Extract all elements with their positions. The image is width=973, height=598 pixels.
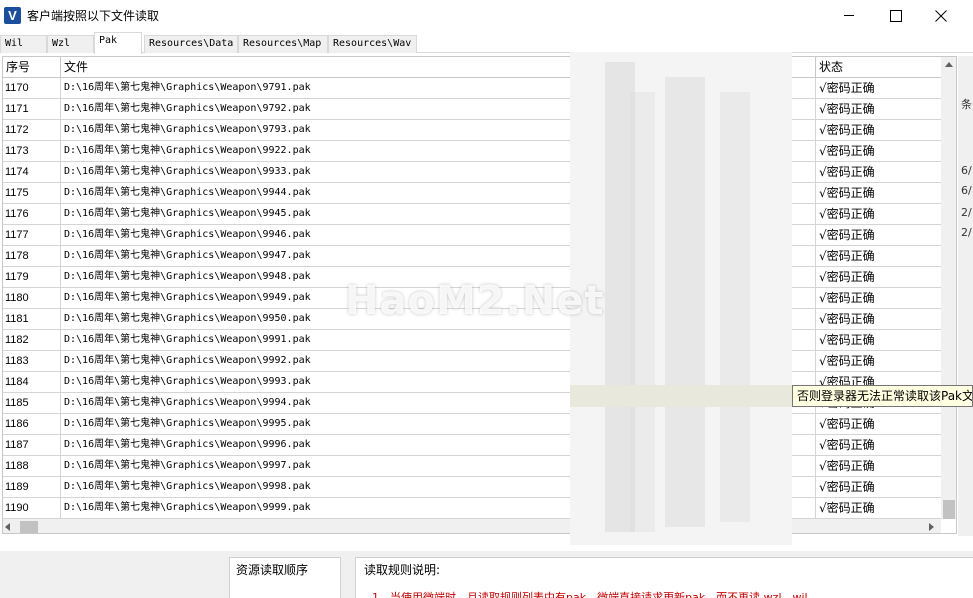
tab-resources-map[interactable]: Resources\Map bbox=[238, 35, 328, 53]
vertical-scroll-thumb[interactable] bbox=[943, 500, 955, 519]
index-cell: 1172 bbox=[3, 120, 61, 141]
status-cell: √密码正确 bbox=[819, 249, 875, 263]
table-row[interactable]: 1172 D:\16周年\第七鬼神\Graphics\Weapon\9793.pa… bbox=[3, 120, 943, 141]
edge-text: 6/ bbox=[961, 164, 972, 177]
table-row[interactable]: 1190 D:\16周年\第七鬼神\Graphics\Weapon\9999.pa… bbox=[3, 498, 943, 519]
status-cell: √密码正确 bbox=[819, 417, 875, 431]
column-header-status[interactable]: 状态 bbox=[816, 57, 943, 78]
index-cell: 1179 bbox=[3, 267, 61, 288]
index-cell: 1181 bbox=[3, 309, 61, 330]
index-cell: 1178 bbox=[3, 246, 61, 267]
index-cell: 1185 bbox=[3, 393, 61, 414]
rules-text: 1、当使用微端时，且读取规则列表中有pak，微端直接请求更新pak，而不再读 w… bbox=[372, 591, 808, 598]
column-header-index[interactable]: 序号 bbox=[3, 57, 61, 78]
index-cell: 1170 bbox=[3, 78, 61, 99]
table-row[interactable]: 1189 D:\16周年\第七鬼神\Graphics\Weapon\9998.pa… bbox=[3, 477, 943, 498]
horizontal-scrollbar[interactable] bbox=[3, 519, 941, 533]
status-cell: √密码正确 bbox=[819, 123, 875, 137]
tooltip: 否则登录器无法正常读取该Pak文 bbox=[792, 385, 973, 407]
index-cell: 1186 bbox=[3, 414, 61, 435]
tab-pak[interactable]: Pak bbox=[94, 32, 142, 54]
tab-wil[interactable]: Wil bbox=[0, 35, 47, 53]
status-cell: √密码正确 bbox=[819, 354, 875, 368]
table-row[interactable]: 1173 D:\16周年\第七鬼神\Graphics\Weapon\9922.pa… bbox=[3, 141, 943, 162]
status-cell: √密码正确 bbox=[819, 480, 875, 494]
edge-text: 6/ bbox=[961, 184, 972, 197]
index-cell: 1190 bbox=[3, 498, 61, 519]
app-logo-icon: V bbox=[4, 7, 21, 24]
close-icon bbox=[935, 10, 947, 22]
status-cell: √密码正确 bbox=[819, 186, 875, 200]
bottom-panel: 资源读取顺序 读取规则说明: 1、当使用微端时，且读取规则列表中有pak，微端直… bbox=[0, 551, 973, 598]
maximize-button[interactable] bbox=[872, 0, 918, 31]
table-row[interactable]: 1183 D:\16周年\第七鬼神\Graphics\Weapon\9992.pa… bbox=[3, 351, 943, 372]
table-row[interactable]: 1188 D:\16周年\第七鬼神\Graphics\Weapon\9997.pa… bbox=[3, 456, 943, 477]
minimize-button[interactable] bbox=[826, 0, 872, 31]
rules-label: 读取规则说明: bbox=[364, 563, 441, 577]
title-bar: V 客户端按照以下文件读取 bbox=[0, 0, 973, 31]
file-type-tabs: Wil Wzl Pak Resources\Data Resources\Map… bbox=[0, 31, 973, 54]
table-row[interactable]: 1171 D:\16周年\第七鬼神\Graphics\Weapon\9792.pa… bbox=[3, 99, 943, 120]
status-cell: √密码正确 bbox=[819, 165, 875, 179]
table-row[interactable]: 1182 D:\16周年\第七鬼神\Graphics\Weapon\9991.pa… bbox=[3, 330, 943, 351]
watermark-text: HaoM2.Net bbox=[345, 278, 605, 324]
table-row[interactable]: 1176 D:\16周年\第七鬼神\Graphics\Weapon\9945.pa… bbox=[3, 204, 943, 225]
tab-resources-data[interactable]: Resources\Data bbox=[144, 35, 238, 53]
status-cell: √密码正确 bbox=[819, 501, 875, 515]
index-cell: 1183 bbox=[3, 351, 61, 372]
scroll-left-icon[interactable] bbox=[5, 523, 10, 531]
horizontal-scroll-thumb[interactable] bbox=[20, 521, 38, 533]
status-cell: √密码正确 bbox=[819, 312, 875, 326]
index-cell: 1171 bbox=[3, 99, 61, 120]
window-title: 客户端按照以下文件读取 bbox=[27, 9, 160, 23]
index-cell: 1189 bbox=[3, 477, 61, 498]
status-cell: √密码正确 bbox=[819, 438, 875, 452]
status-cell: √密码正确 bbox=[819, 207, 875, 221]
index-cell: 1187 bbox=[3, 435, 61, 456]
status-cell: √密码正确 bbox=[819, 144, 875, 158]
status-cell: √密码正确 bbox=[819, 270, 875, 284]
index-cell: 1174 bbox=[3, 162, 61, 183]
index-cell: 1180 bbox=[3, 288, 61, 309]
scroll-up-icon[interactable] bbox=[941, 57, 956, 73]
pixelated-redaction-strip bbox=[570, 385, 792, 407]
edge-text: 2/ bbox=[961, 226, 972, 239]
tab-wzl[interactable]: Wzl bbox=[47, 35, 94, 53]
table-row[interactable]: 1174 D:\16周年\第七鬼神\Graphics\Weapon\9933.pa… bbox=[3, 162, 943, 183]
index-cell: 1184 bbox=[3, 372, 61, 393]
grid-header: 序号 文件 状态 bbox=[3, 57, 943, 78]
table-row[interactable]: 1177 D:\16周年\第七鬼神\Graphics\Weapon\9946.pa… bbox=[3, 225, 943, 246]
status-cell: √密码正确 bbox=[819, 333, 875, 347]
status-cell: √密码正确 bbox=[819, 291, 875, 305]
rules-box: 读取规则说明: 1、当使用微端时，且读取规则列表中有pak，微端直接请求更新pa… bbox=[355, 557, 973, 598]
index-cell: 1188 bbox=[3, 456, 61, 477]
scroll-right-icon[interactable] bbox=[929, 523, 934, 531]
index-cell: 1173 bbox=[3, 141, 61, 162]
status-cell: √密码正确 bbox=[819, 459, 875, 473]
index-cell: 1177 bbox=[3, 225, 61, 246]
edge-text: 2/ bbox=[961, 206, 972, 219]
index-cell: 1182 bbox=[3, 330, 61, 351]
table-row[interactable]: 1178 D:\16周年\第七鬼神\Graphics\Weapon\9947.pa… bbox=[3, 246, 943, 267]
close-button[interactable] bbox=[918, 0, 964, 31]
status-cell: √密码正确 bbox=[819, 81, 875, 95]
vertical-scrollbar[interactable] bbox=[941, 57, 956, 519]
status-cell: √密码正确 bbox=[819, 228, 875, 242]
index-cell: 1175 bbox=[3, 183, 61, 204]
table-row[interactable]: 1170 D:\16周年\第七鬼神\Graphics\Weapon\9791.pa… bbox=[3, 78, 943, 99]
table-row[interactable]: 1175 D:\16周年\第七鬼神\Graphics\Weapon\9944.pa… bbox=[3, 183, 943, 204]
status-cell: √密码正确 bbox=[819, 102, 875, 116]
table-row[interactable]: 1187 D:\16周年\第七鬼神\Graphics\Weapon\9996.pa… bbox=[3, 435, 943, 456]
resource-order-label: 资源读取顺序 bbox=[236, 563, 309, 577]
tab-resources-wav[interactable]: Resources\Wav bbox=[328, 35, 417, 53]
edge-text: 条 bbox=[961, 98, 972, 111]
resource-order-box[interactable]: 资源读取顺序 bbox=[229, 557, 341, 598]
index-cell: 1176 bbox=[3, 204, 61, 225]
background-window-edge: 条 6/ 6/ 2/ 2/ bbox=[958, 56, 973, 536]
table-row[interactable]: 1186 D:\16周年\第七鬼神\Graphics\Weapon\9995.pa… bbox=[3, 414, 943, 435]
